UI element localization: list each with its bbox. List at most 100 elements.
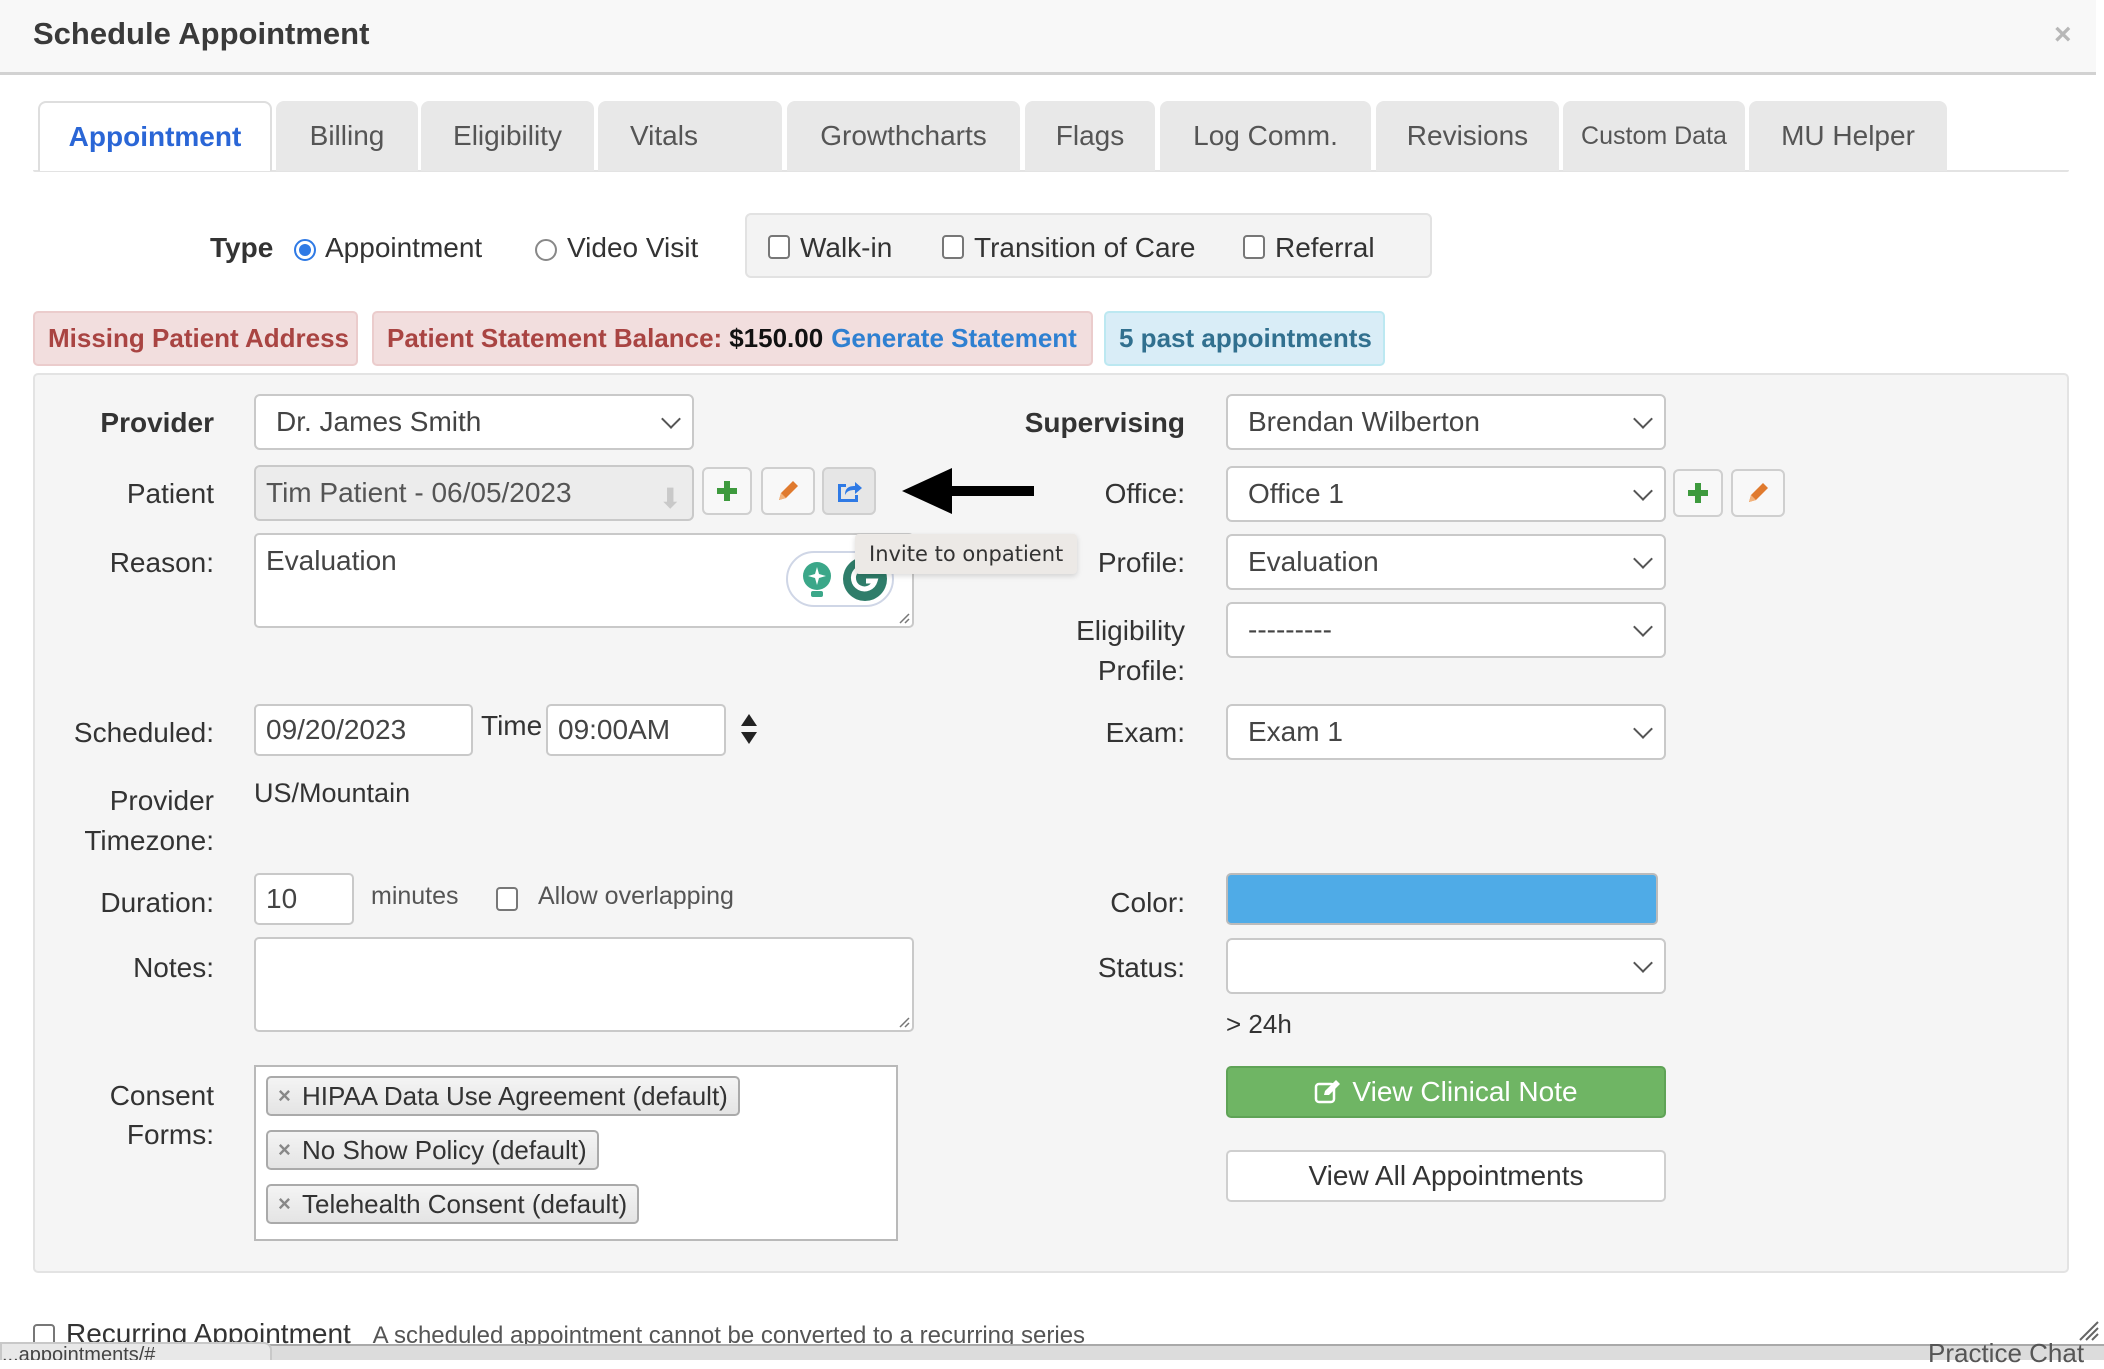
walk-in-checkbox[interactable] — [768, 235, 790, 259]
chevron-down-icon — [1633, 481, 1653, 501]
reason-label: Reason: — [109, 547, 214, 578]
duration-label: Duration: — [100, 887, 214, 918]
tab-revisions[interactable]: Revisions — [1376, 101, 1559, 171]
radio-video-visit[interactable] — [535, 239, 557, 261]
transition-of-care-label[interactable]: Transition of Care — [974, 232, 1196, 264]
edit-office-button[interactable] — [1731, 469, 1785, 517]
tab-growthcharts[interactable]: Growthcharts — [787, 101, 1020, 171]
remove-chip-icon[interactable]: × — [278, 1132, 291, 1168]
notes-label: Notes: — [133, 952, 214, 983]
modal-header: Schedule Appointment × — [0, 0, 2096, 75]
chevron-down-icon — [661, 409, 681, 429]
view-all-appointments-button[interactable]: View All Appointments — [1226, 1150, 1666, 1202]
chevron-down-icon — [1633, 719, 1653, 739]
radio-appointment[interactable] — [294, 239, 316, 261]
provider-select[interactable]: Dr. James Smith — [254, 394, 694, 450]
tab-eligibility[interactable]: Eligibility — [421, 101, 594, 171]
remove-chip-icon[interactable]: × — [278, 1078, 291, 1114]
patient-label: Patient — [126, 478, 214, 509]
status-select[interactable] — [1226, 938, 1666, 994]
resize-grip-icon[interactable] — [896, 1014, 910, 1028]
transition-of-care-checkbox[interactable] — [942, 235, 964, 259]
tab-flags[interactable]: Flags — [1025, 101, 1155, 171]
profile-value: Evaluation — [1248, 546, 1379, 577]
exam-label: Exam: — [1105, 717, 1185, 748]
tab-custom-data[interactable]: Custom Data — [1563, 101, 1745, 171]
remove-chip-icon[interactable]: × — [278, 1186, 291, 1222]
duration-input[interactable]: 10 — [254, 873, 354, 925]
pencil-icon — [779, 481, 798, 500]
consent-chip: × HIPAA Data Use Agreement (default) — [266, 1076, 740, 1116]
plus-icon — [1688, 483, 1708, 503]
color-picker[interactable] — [1226, 873, 1658, 925]
radio-appointment-label[interactable]: Appointment — [325, 232, 482, 264]
notes-textarea[interactable] — [254, 937, 914, 1032]
eligibility-profile-label-line2: Profile: — [1097, 655, 1185, 686]
chevron-down-icon — [1633, 409, 1653, 429]
tab-billing[interactable]: Billing — [276, 101, 418, 171]
exam-value: Exam 1 — [1248, 716, 1343, 747]
add-patient-button[interactable] — [702, 467, 752, 515]
allow-overlapping-label[interactable]: Allow overlapping — [538, 882, 734, 911]
patient-value: Tim Patient - 06/05/2023 — [266, 477, 572, 508]
duration-unit: minutes — [371, 882, 459, 910]
share-icon — [838, 482, 862, 502]
consent-chip: × Telehealth Consent (default) — [266, 1184, 640, 1224]
view-all-appointments-label: View All Appointments — [1308, 1160, 1584, 1191]
office-select[interactable]: Office 1 — [1226, 466, 1666, 522]
scheduled-date-input[interactable]: 09/20/2023 — [254, 704, 473, 756]
edit-patient-button[interactable] — [761, 467, 815, 515]
supervising-label: Supervising — [1024, 407, 1185, 438]
referral-checkbox[interactable] — [1243, 235, 1265, 259]
lightbulb-icon[interactable] — [800, 561, 834, 599]
statement-balance-amount: $150.00 — [729, 323, 824, 353]
consent-forms-multiselect[interactable]: × HIPAA Data Use Agreement (default) × N… — [254, 1065, 898, 1241]
generate-statement-link[interactable]: Generate Statement — [831, 323, 1077, 354]
walk-in-label[interactable]: Walk-in — [800, 232, 892, 264]
office-value: Office 1 — [1248, 478, 1344, 509]
close-icon[interactable]: × — [2054, 18, 2072, 52]
tab-log-comm[interactable]: Log Comm. — [1160, 101, 1371, 171]
patient-select[interactable]: Tim Patient - 06/05/2023 ⬇ — [254, 465, 694, 521]
referral-label[interactable]: Referral — [1275, 232, 1375, 264]
add-office-button[interactable] — [1673, 469, 1723, 517]
radio-video-visit-label[interactable]: Video Visit — [567, 232, 698, 264]
timezone-label-line2: Timezone: — [84, 825, 214, 856]
tab-vitals[interactable]: Vitals — [598, 101, 782, 171]
past-appointments-text[interactable]: 5 past appointments — [1119, 323, 1372, 354]
status-url-tooltip: ...appointments/# — [0, 1342, 272, 1360]
tab-appointment[interactable]: Appointment — [38, 101, 272, 171]
window-resize-grip-icon[interactable] — [2076, 1318, 2100, 1342]
allow-overlapping-checkbox[interactable] — [496, 887, 518, 911]
view-clinical-note-label: View Clinical Note — [1352, 1076, 1578, 1107]
practice-chat-tab[interactable]: Practice Chat — [1928, 1338, 2084, 1369]
scheduled-label: Scheduled: — [73, 717, 214, 748]
exam-select[interactable]: Exam 1 — [1226, 704, 1666, 760]
arrow-down-icon: ⬇ — [658, 483, 682, 514]
timezone-label-line1: Provider — [109, 785, 214, 816]
edit-note-icon — [1315, 1080, 1341, 1104]
profile-select[interactable]: Evaluation — [1226, 534, 1666, 590]
modal-title: Schedule Appointment — [33, 16, 370, 51]
tab-mu-helper[interactable]: MU Helper — [1749, 101, 1947, 171]
office-label: Office: — [1104, 478, 1185, 509]
time-stepper-icon[interactable] — [739, 712, 759, 746]
type-label: Type — [210, 232, 274, 263]
consent-label-line2: Forms: — [126, 1119, 214, 1150]
scheduled-time-input[interactable]: 09:00AM — [546, 704, 726, 756]
provider-label: Provider — [100, 407, 214, 438]
profile-label: Profile: — [1097, 547, 1185, 578]
invite-to-onpatient-button[interactable] — [822, 467, 876, 515]
supervising-select[interactable]: Brendan Wilberton — [1226, 394, 1666, 450]
reason-value: Evaluation — [266, 545, 397, 576]
past-appointments-alert[interactable]: 5 past appointments — [1104, 311, 1385, 366]
resize-grip-icon[interactable] — [896, 610, 910, 624]
chevron-down-icon — [1633, 617, 1653, 637]
supervising-value: Brendan Wilberton — [1248, 406, 1480, 437]
consent-chip-label: HIPAA Data Use Agreement (default) — [302, 1081, 728, 1111]
consent-label-line1: Consent — [109, 1080, 214, 1111]
view-clinical-note-button[interactable]: View Clinical Note — [1226, 1066, 1666, 1118]
eligibility-profile-select[interactable]: --------- — [1226, 602, 1666, 658]
consent-chip: × No Show Policy (default) — [266, 1130, 599, 1170]
pencil-icon — [1749, 483, 1768, 502]
